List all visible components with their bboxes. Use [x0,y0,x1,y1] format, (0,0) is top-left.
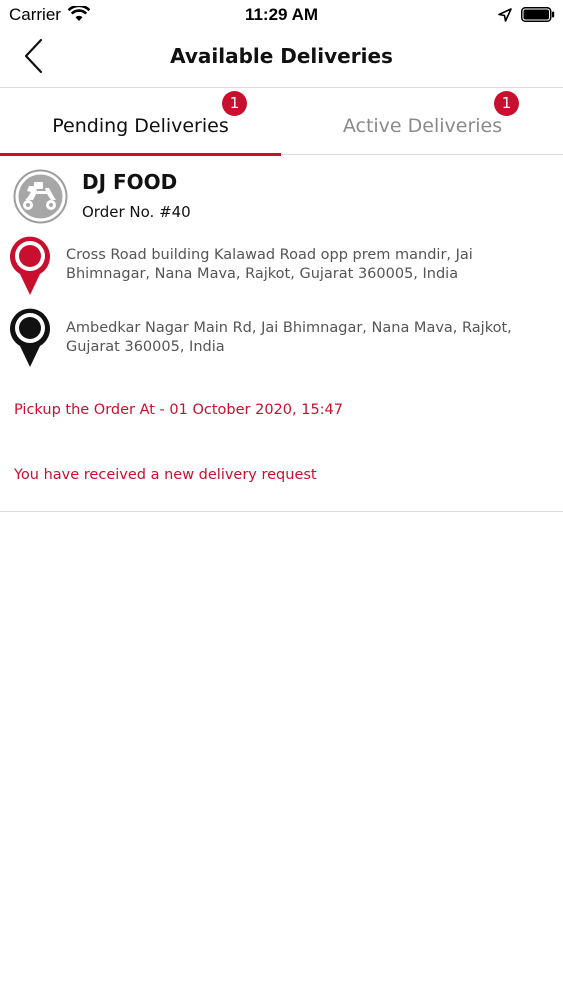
pending-count-badge: 1 [222,91,247,116]
drop-address: Ambedkar Nagar Main Rd, Jai Bhimnagar, N… [66,320,512,355]
drop-pin-icon [8,306,52,368]
page-title: Available Deliveries [170,44,393,68]
battery-icon [521,7,555,27]
status-time: 11:29 AM [244,5,319,24]
tab-active-deliveries[interactable]: Active Deliveries 1 [282,88,563,155]
new-request-notice: You have received a new delivery request [14,467,317,483]
pickup-address: Cross Road building Kalawad Road opp pre… [66,247,473,282]
tab-pending-label: Pending Deliveries [52,115,229,137]
active-count-badge: 1 [494,91,519,116]
delivery-request-card[interactable]: DJ FOOD Order No. #40 Cross Road buildin… [0,156,563,512]
store-name: DJ FOOD [82,170,178,194]
status-bar: Carrier 11:29 AM [0,0,563,30]
scooter-avatar-icon [13,169,68,224]
navigation-bar: Available Deliveries [0,30,563,88]
tab-active-label: Active Deliveries [342,115,503,137]
tab-pending-deliveries[interactable]: Pending Deliveries 1 [0,88,281,156]
location-arrow-icon [498,7,512,27]
pickup-pin-icon [8,234,52,296]
delivery-tabs: Pending Deliveries 1 Active Deliveries 1 [0,88,563,156]
order-number: Order No. #40 [82,203,191,221]
pickup-time: Pickup the Order At - 01 October 2020, 1… [14,402,344,418]
